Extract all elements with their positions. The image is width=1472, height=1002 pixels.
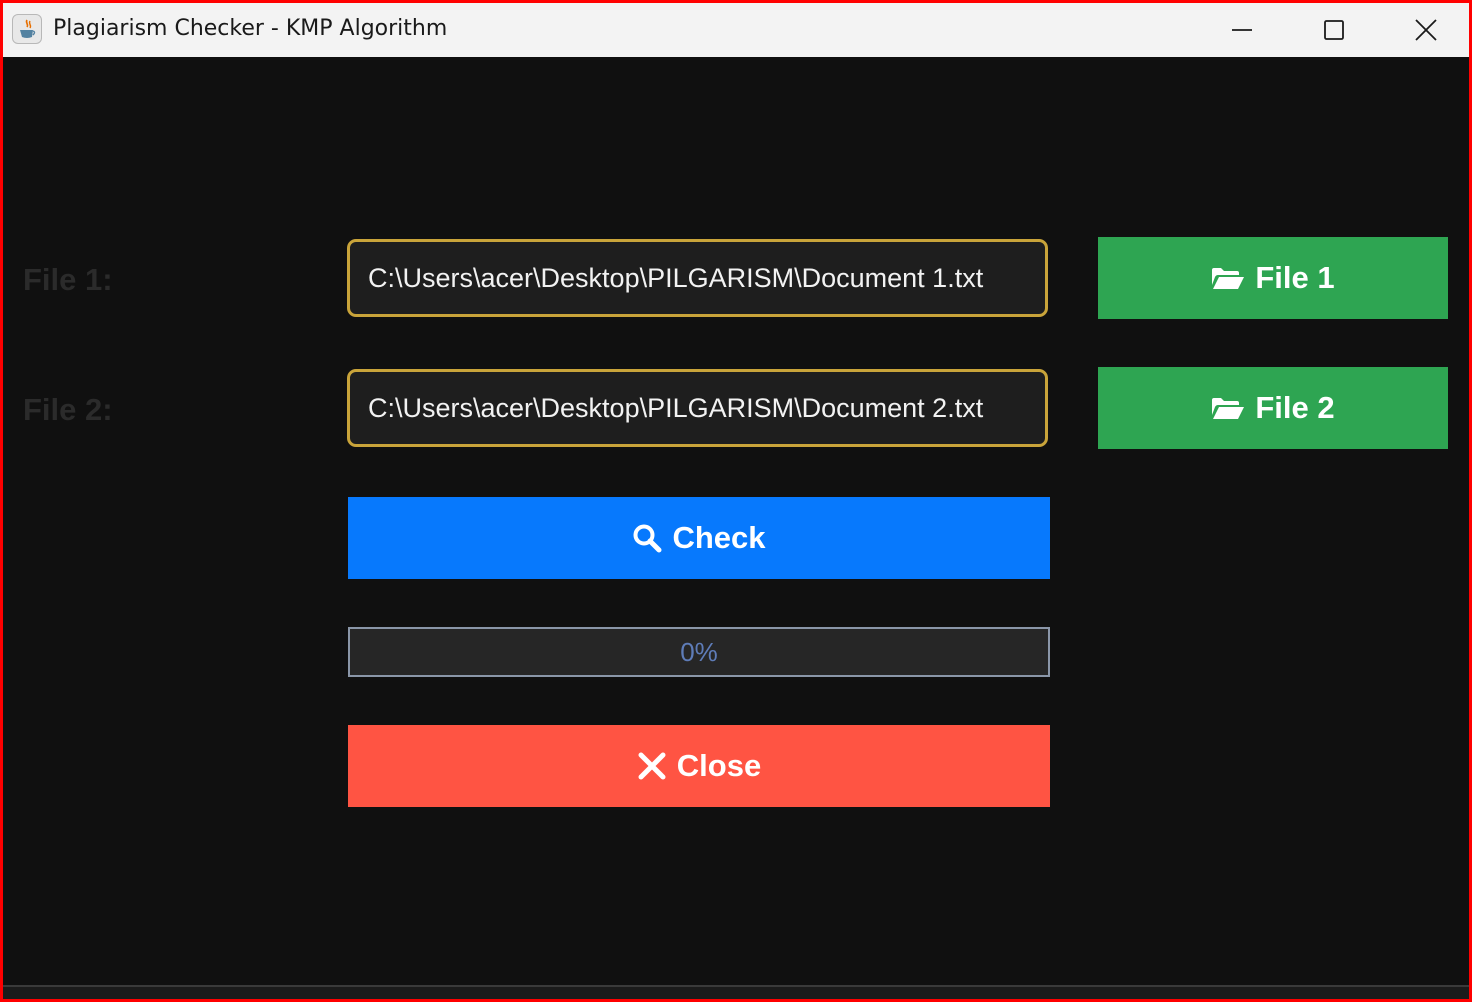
file1-button-label: File 1 [1255,260,1335,295]
search-icon [632,523,662,553]
file1-browse-button[interactable]: File 1 [1098,237,1448,319]
app-window: Plagiarism Checker - KMP Algorithm File … [3,3,1469,999]
file2-label: File 2: [23,392,113,427]
progress-text: 0% [680,637,718,667]
title-bar[interactable]: Plagiarism Checker - KMP Algorithm [3,3,1469,57]
maximize-button[interactable] [1288,3,1380,57]
file1-path-field[interactable]: C:\Users\acer\Desktop\PILGARISM\Document… [347,239,1048,317]
check-button-label: Check [672,520,766,555]
maximize-icon [1324,20,1344,40]
folder-open-icon [1211,396,1245,420]
close-button[interactable]: Close [348,725,1050,807]
check-button[interactable]: Check [348,497,1050,579]
progress-bar: 0% [348,627,1050,677]
window-title: Plagiarism Checker - KMP Algorithm [53,16,448,41]
file1-label: File 1: [23,262,113,297]
java-icon [12,14,42,44]
close-button-label: Close [676,748,762,783]
file2-path-field[interactable]: C:\Users\acer\Desktop\PILGARISM\Document… [347,369,1048,447]
close-icon [1415,19,1437,41]
x-icon [637,751,667,781]
close-window-button[interactable] [1380,3,1469,57]
minimize-button[interactable] [1196,3,1288,57]
file2-button-label: File 2 [1255,390,1335,425]
folder-open-icon [1211,266,1245,290]
minimize-icon [1232,29,1252,31]
window-bottom-edge [3,985,1469,999]
file2-browse-button[interactable]: File 2 [1098,367,1448,449]
